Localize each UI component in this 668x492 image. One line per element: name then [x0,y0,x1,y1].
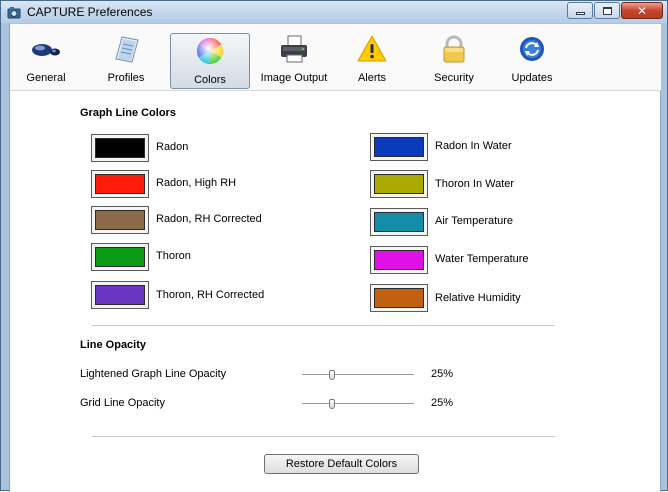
maximize-button[interactable] [594,2,620,19]
swatch-label-radon-rh-corrected: Radon, RH Corrected [156,213,262,225]
swatch-fill [95,247,145,267]
graph-line-colors-heading: Graph Line Colors [80,107,176,119]
tab-security[interactable]: Security [426,32,482,88]
swatch-fill [374,212,424,232]
swatch-fill [374,137,424,157]
grid-line-opacity-label: Grid Line Opacity [80,397,165,409]
tab-image-output-label: Image Output [260,72,328,84]
tab-updates-label: Updates [511,72,553,84]
tab-colors[interactable]: Colors [170,33,250,89]
maximize-icon [602,6,612,15]
color-swatch-water-temperature[interactable] [370,246,428,274]
warning-icon [357,35,387,62]
profile-document-icon [115,36,139,63]
swatch-fill [374,288,424,308]
color-swatch-radon-high-rh[interactable] [91,170,149,198]
slider-thumb[interactable] [329,399,335,409]
window-title: CAPTURE Preferences [27,5,153,19]
color-swatch-thoron-in-water[interactable] [370,170,428,198]
title-bar[interactable]: CAPTURE Preferences ✕ [1,1,667,23]
color-swatch-thoron[interactable] [91,243,149,271]
slider-thumb[interactable] [329,370,335,380]
grid-line-opacity-value: 25% [431,397,454,409]
swatch-fill [95,285,145,305]
tab-image-output[interactable]: Image Output [256,32,332,88]
color-wheel-icon [196,37,224,65]
tab-security-label: Security [434,72,474,84]
swatch-label-radon-high-rh: Radon, High RH [156,177,237,189]
preferences-window: CAPTURE Preferences ✕ General Profiles C… [0,0,668,492]
slider-track [302,403,414,404]
close-button[interactable]: ✕ [621,2,663,19]
color-swatch-radon-rh-corrected[interactable] [91,206,149,234]
swatch-label-relative-humidity: Relative Humidity [435,292,521,304]
swatch-fill [95,210,145,230]
swatch-fill [95,174,145,194]
swatch-label-thoron: Thoron [156,250,191,262]
padlock-icon [443,35,465,63]
color-swatch-radon-in-water[interactable] [370,133,428,161]
tab-alerts-label: Alerts [357,72,387,84]
minimize-icon [575,12,585,15]
line-opacity-heading: Line Opacity [80,339,147,351]
tab-general-label: General [26,72,66,84]
swatch-label-radon-in-water: Radon In Water [435,140,512,152]
app-icon [7,7,21,19]
swatch-label-water-temperature: Water Temperature [435,253,529,265]
printer-icon [281,35,307,63]
restore-default-colors-button[interactable]: Restore Default Colors [264,454,419,474]
swatch-label-radon: Radon [156,141,189,153]
slider-track [302,374,414,375]
swatch-label-thoron-rh-corrected: Thoron, RH Corrected [156,289,265,301]
color-swatch-thoron-rh-corrected[interactable] [91,281,149,309]
color-swatch-radon[interactable] [91,134,149,162]
gears-icon [32,44,60,56]
tab-updates[interactable]: Updates [504,32,560,88]
window-controls: ✕ [566,2,663,20]
tab-general[interactable]: General [22,32,70,88]
sync-arrows-icon [520,37,544,61]
color-swatch-relative-humidity[interactable] [370,284,428,312]
swatch-fill [374,250,424,270]
lightened-line-opacity-slider[interactable] [302,369,414,381]
lightened-line-opacity-value: 25% [431,368,454,380]
tab-profiles[interactable]: Profiles [98,32,154,88]
tab-colors-label: Colors [194,74,226,86]
minimize-button[interactable] [567,2,593,19]
tab-alerts[interactable]: Alerts [347,32,397,88]
footer-divider [92,436,555,437]
preferences-content: General Profiles Colors Image Output Ale… [9,24,661,492]
preferences-toolbar: General Profiles Colors Image Output Ale… [10,24,661,91]
close-icon: ✕ [636,3,648,18]
section-divider [92,325,555,326]
swatch-fill [374,174,424,194]
swatch-label-air-temperature: Air Temperature [435,215,514,227]
swatch-fill [95,138,145,158]
lightened-line-opacity-label: Lightened Graph Line Opacity [80,368,227,380]
tab-profiles-label: Profiles [107,72,145,84]
swatch-label-thoron-in-water: Thoron In Water [435,178,515,190]
grid-line-opacity-slider[interactable] [302,398,414,410]
color-swatch-air-temperature[interactable] [370,208,428,236]
